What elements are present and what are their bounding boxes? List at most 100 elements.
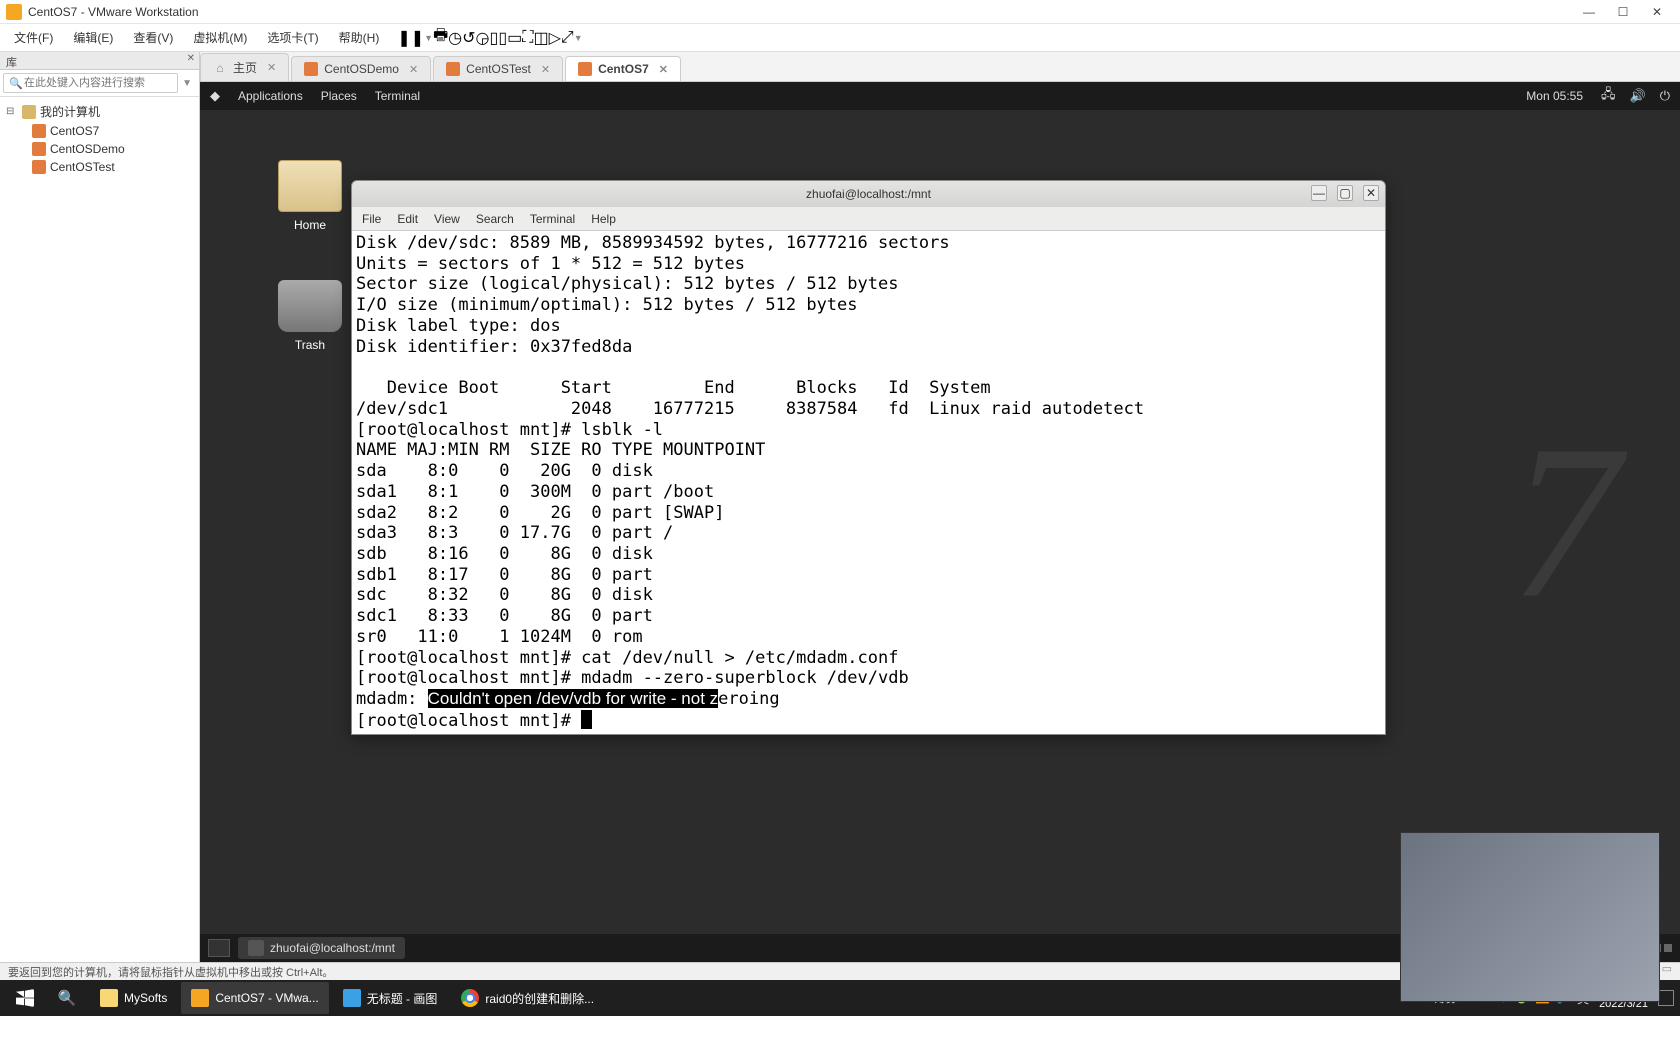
menu-tab[interactable]: 选项卡(T): [257, 29, 328, 46]
terminal-maximize-icon[interactable]: ▢: [1337, 185, 1353, 201]
task-label: zhuofai@localhost:/mnt: [270, 941, 395, 955]
close-panel-icon[interactable]: ✕: [187, 53, 195, 64]
layout1-icon[interactable]: ▯▯: [490, 28, 508, 48]
tab-label: CentOSTest: [466, 62, 531, 76]
taskbar-mysofts[interactable]: MySofts: [90, 982, 177, 1014]
tab-centos7[interactable]: CentOS7 ✕: [565, 56, 681, 81]
gnome-menu-places[interactable]: Places: [321, 89, 357, 103]
tab-close-icon[interactable]: ✕: [267, 61, 276, 74]
manage-icon[interactable]: ◶: [476, 28, 490, 48]
search-icon: 🔍: [9, 77, 23, 90]
status-device-icon[interactable]: ▭: [1662, 962, 1672, 981]
webcam-overlay: [1400, 832, 1660, 1002]
minimize-button[interactable]: —: [1572, 0, 1606, 24]
library-label: 库: [6, 57, 17, 69]
search-icon: 🔍: [58, 989, 76, 1007]
revert-icon[interactable]: ↺: [462, 28, 475, 48]
vm-tree: ⊟ 我的计算机 CentOS7 CentOSDemo CentOSTest: [0, 97, 199, 180]
tab-home[interactable]: ⌂ 主页 ✕: [200, 53, 289, 81]
window-title: CentOS7 - VMware Workstation: [28, 5, 1572, 19]
terminal-menu-edit[interactable]: Edit: [397, 212, 418, 226]
stretch-icon[interactable]: ⤢: [561, 29, 574, 47]
terminal-output[interactable]: Disk /dev/sdc: 8589 MB, 8589934592 bytes…: [352, 231, 1385, 734]
search-input[interactable]: [3, 73, 178, 93]
unity-icon[interactable]: ◫: [533, 28, 548, 48]
tree-vm-label: CentOSDemo: [50, 142, 125, 156]
fullscreen-icon[interactable]: ⛶: [522, 29, 533, 47]
vmware-menubar: 文件(F) 编辑(E) 查看(V) 虚拟机(M) 选项卡(T) 帮助(H) ❚❚…: [0, 24, 1680, 52]
terminal-icon: [248, 940, 264, 956]
menu-vm[interactable]: 虚拟机(M): [183, 29, 257, 46]
gnome-clock[interactable]: Mon 05:55: [1526, 89, 1583, 103]
taskbar-vmware[interactable]: CentOS7 - VMwa...: [181, 982, 328, 1014]
volume-icon[interactable]: 🔊: [1630, 88, 1646, 104]
trash-icon[interactable]: Trash: [270, 280, 350, 352]
guest-display[interactable]: ◆ Applications Places Terminal Mon 05:55…: [200, 82, 1680, 962]
taskbar-terminal[interactable]: zhuofai@localhost:/mnt: [238, 937, 405, 959]
vm-icon: [304, 62, 318, 76]
home-folder-icon[interactable]: Home: [270, 160, 350, 232]
icon-label: Home: [270, 218, 350, 232]
terminal-menubar: File Edit View Search Terminal Help: [352, 207, 1385, 231]
gnome-desktop[interactable]: 7 Home Trash zhuofai@localhost:/mnt — ▢: [200, 110, 1680, 934]
pause-icon[interactable]: ❚❚: [397, 28, 424, 48]
maximize-button[interactable]: ☐: [1606, 0, 1640, 24]
vm-icon: [32, 124, 46, 138]
terminal-menu-view[interactable]: View: [434, 212, 460, 226]
taskbar-label: MySofts: [124, 991, 167, 1005]
terminal-menu-terminal[interactable]: Terminal: [530, 212, 575, 226]
clock-icon[interactable]: ◷: [448, 28, 462, 48]
gnome-menu-terminal[interactable]: Terminal: [375, 89, 420, 103]
status-text: 要返回到您的计算机，请将鼠标指针从虚拟机中移出或按 Ctrl+Alt。: [8, 964, 333, 980]
search-button[interactable]: 🔍: [48, 982, 86, 1014]
vmware-icon: [191, 989, 209, 1007]
tree-vm-centos7[interactable]: CentOS7: [2, 122, 197, 140]
terminal-menu-search[interactable]: Search: [476, 212, 514, 226]
collapse-icon[interactable]: ⊟: [6, 106, 18, 117]
paint-icon: [343, 989, 361, 1007]
terminal-menu-file[interactable]: File: [362, 212, 381, 226]
terminal-titlebar[interactable]: zhuofai@localhost:/mnt — ▢ ✕: [352, 181, 1385, 207]
show-desktop-icon[interactable]: [208, 939, 230, 957]
tab-close-icon[interactable]: ✕: [659, 63, 668, 76]
layout2-icon[interactable]: ▭: [507, 28, 522, 48]
gnome-topbar: ◆ Applications Places Terminal Mon 05:55…: [200, 82, 1680, 110]
snapshot-icon[interactable]: 🖶: [433, 24, 448, 51]
screen-icon[interactable]: ▷: [549, 28, 561, 48]
terminal-minimize-icon[interactable]: —: [1311, 185, 1327, 201]
tab-close-icon[interactable]: ✕: [409, 63, 418, 76]
terminal-close-icon[interactable]: ✕: [1363, 185, 1379, 201]
power-icon[interactable]: ⏻: [1660, 88, 1670, 104]
gnome-activities-icon[interactable]: ◆: [210, 88, 220, 104]
menu-help[interactable]: 帮助(H): [329, 29, 390, 46]
gnome-menu-applications[interactable]: Applications: [238, 89, 303, 103]
tree-vm-label: CentOS7: [50, 124, 99, 138]
tree-root[interactable]: ⊟ 我的计算机: [2, 101, 197, 122]
taskbar-paint[interactable]: 无标题 - 画图: [333, 982, 448, 1014]
close-button[interactable]: ✕: [1640, 0, 1674, 24]
home-icon: ⌂: [213, 61, 227, 75]
terminal-window[interactable]: zhuofai@localhost:/mnt — ▢ ✕ File Edit V…: [351, 180, 1386, 735]
menu-view[interactable]: 查看(V): [123, 29, 183, 46]
gnome-tray: 🖧 🔊 ⏻: [1601, 85, 1670, 107]
menu-edit[interactable]: 编辑(E): [63, 29, 123, 46]
taskbar-chrome[interactable]: raid0的创建和删除...: [451, 982, 604, 1014]
tab-close-icon[interactable]: ✕: [541, 63, 550, 76]
dropdown2-icon[interactable]: ▼: [574, 33, 583, 43]
vm-icon: [578, 62, 592, 76]
tree-root-label: 我的计算机: [40, 103, 100, 120]
dropdown-icon[interactable]: ▼: [424, 33, 433, 43]
start-button[interactable]: [6, 982, 44, 1014]
vmware-titlebar: CentOS7 - VMware Workstation — ☐ ✕: [0, 0, 1680, 24]
tree-vm-centostest[interactable]: CentOSTest: [2, 158, 197, 176]
library-sidebar: 库 ✕ 🔍 ▼ ⊟ 我的计算机 CentOS7 CentOSDemo: [0, 52, 200, 962]
notification-icon[interactable]: [1658, 990, 1674, 1006]
tab-centosdemo[interactable]: CentOSDemo ✕: [291, 56, 431, 81]
terminal-menu-help[interactable]: Help: [591, 212, 616, 226]
search-dropdown-icon[interactable]: ▼: [178, 78, 196, 89]
menu-file[interactable]: 文件(F): [4, 29, 63, 46]
tree-vm-centosdemo[interactable]: CentOSDemo: [2, 140, 197, 158]
tab-centostest[interactable]: CentOSTest ✕: [433, 56, 563, 81]
network-icon[interactable]: 🖧: [1601, 85, 1616, 107]
tab-label: 主页: [233, 59, 257, 76]
